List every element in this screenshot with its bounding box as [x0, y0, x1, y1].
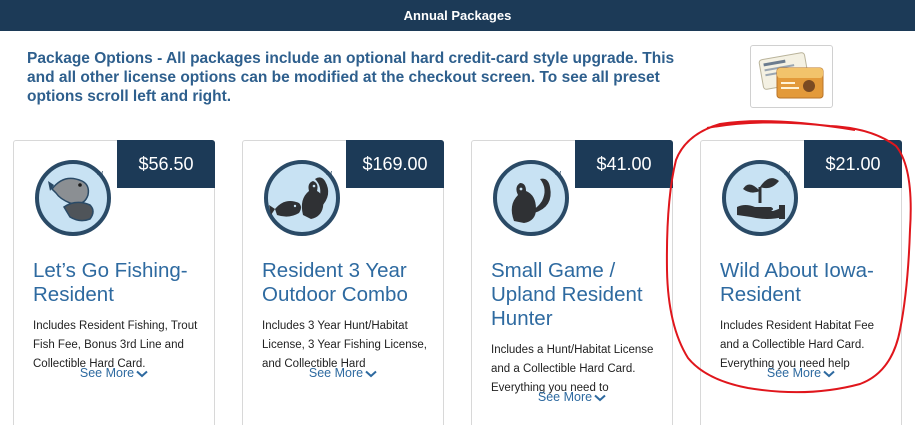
- chevron-down-icon: [823, 370, 835, 378]
- package-price: $169.00: [346, 140, 444, 188]
- fish-icon: TM: [35, 160, 111, 236]
- page-header: Annual Packages: [0, 0, 915, 31]
- license-card-icon: [758, 52, 824, 99]
- see-more-label: See More: [766, 366, 822, 380]
- package-title[interactable]: Wild About Iowa-Resident: [720, 259, 900, 307]
- package-card-outdoor-combo[interactable]: $169.00 TM Resident 3 Year Outdoor Combo…: [242, 140, 444, 425]
- see-more-link[interactable]: See More: [14, 366, 214, 380]
- squirrel-icon: TM: [493, 160, 569, 236]
- package-title[interactable]: Let’s Go Fishing-Resident: [33, 259, 213, 307]
- svg-text:TM: TM: [783, 171, 790, 177]
- plant-hand-icon: TM: [722, 160, 798, 236]
- package-price: $41.00: [575, 140, 673, 188]
- see-more-label: See More: [79, 366, 135, 380]
- svg-text:TM: TM: [96, 171, 103, 177]
- see-more-link[interactable]: See More: [701, 366, 901, 380]
- squirrel-fish-icon: TM: [264, 160, 340, 236]
- see-more-link[interactable]: See More: [472, 390, 672, 404]
- package-title[interactable]: Resident 3 Year Outdoor Combo: [262, 259, 442, 307]
- svg-text:TM: TM: [554, 171, 561, 177]
- chevron-down-icon: [136, 370, 148, 378]
- package-options-text: Package Options - All packages include a…: [27, 50, 675, 105]
- package-card-small-game[interactable]: $41.00 TM Small Game / Upland Resident H…: [471, 140, 673, 425]
- see-more-label: See More: [537, 390, 593, 404]
- hard-card-preview[interactable]: [750, 45, 833, 108]
- package-card-fishing[interactable]: $56.50 TM Let’s Go Fishing-Resident Incl…: [13, 140, 215, 425]
- package-price: $56.50: [117, 140, 215, 188]
- package-card-wild-about-iowa[interactable]: $21.00 TM Wild About Iowa-Resident Inclu…: [700, 140, 902, 425]
- page-title: Annual Packages: [403, 8, 512, 23]
- see-more-label: See More: [308, 366, 364, 380]
- chevron-down-icon: [365, 370, 377, 378]
- package-title[interactable]: Small Game / Upland Resident Hunter: [491, 259, 671, 331]
- package-price: $21.00: [804, 140, 902, 188]
- chevron-down-icon: [594, 394, 606, 402]
- see-more-link[interactable]: See More: [243, 366, 443, 380]
- svg-text:TM: TM: [325, 171, 332, 177]
